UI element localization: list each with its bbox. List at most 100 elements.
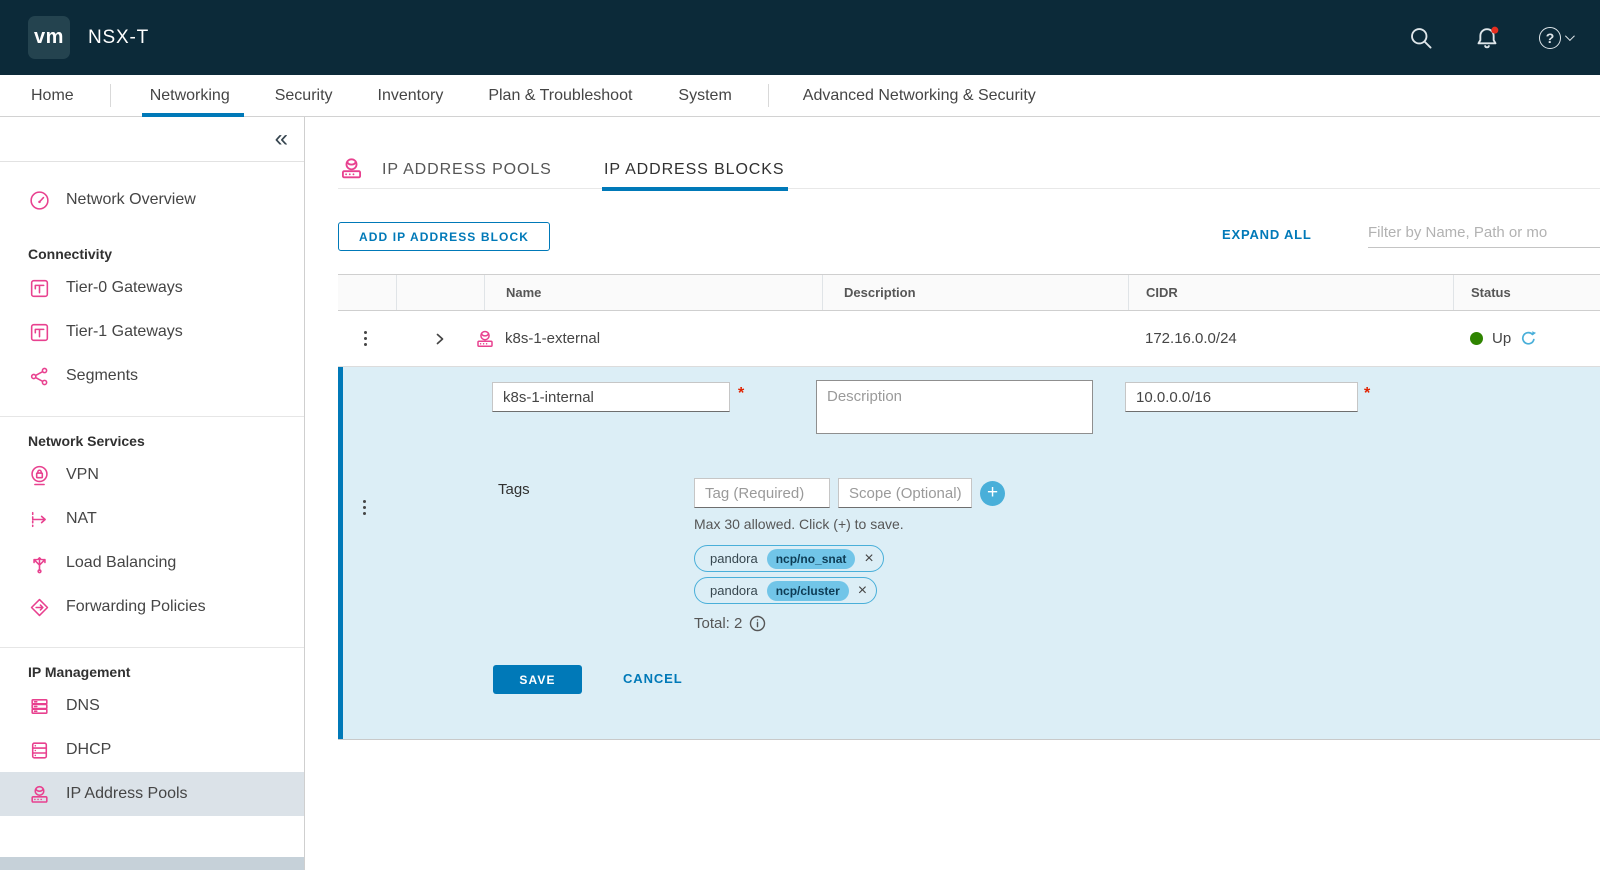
- column-cidr: CIDR: [1128, 275, 1453, 310]
- tab-networking[interactable]: Networking: [144, 75, 236, 116]
- notification-badge: [1491, 26, 1498, 33]
- dns-icon: [28, 695, 51, 718]
- sidebar-section-connectivity: Connectivity: [0, 243, 304, 265]
- product-title: NSX-T: [88, 0, 149, 75]
- chevron-down-icon: [1565, 31, 1575, 41]
- sidebar-item-nat[interactable]: NAT: [0, 497, 304, 541]
- add-tag-plus-icon[interactable]: +: [980, 481, 1005, 506]
- load-balancing-icon: [28, 552, 51, 575]
- notifications-bell-icon[interactable]: [1473, 24, 1501, 52]
- sidebar-item-forwarding-policies[interactable]: Forwarding Policies: [0, 585, 304, 629]
- add-ip-address-block-button[interactable]: ADD IP ADDRESS BLOCK: [338, 222, 550, 251]
- tag-chip-name: pandora: [710, 551, 758, 566]
- gauge-icon: [28, 189, 51, 212]
- column-status: Status: [1453, 275, 1600, 310]
- table-row: k8s-1-external 172.16.0.0/24 Up: [338, 311, 1600, 367]
- tags-help-text: Max 30 allowed. Click (+) to save.: [694, 516, 904, 532]
- tab-inventory[interactable]: Inventory: [372, 75, 450, 116]
- primary-nav: Home Networking Security Inventory Plan …: [0, 75, 1600, 117]
- cidr-field[interactable]: [1125, 382, 1358, 412]
- sidebar-section-ip-management: IP Management: [0, 661, 304, 683]
- sidebar-item-tier0-gateways[interactable]: Tier-0 Gateways: [0, 266, 304, 310]
- required-asterisk: *: [738, 385, 744, 403]
- name-field[interactable]: [492, 382, 730, 412]
- ip-pools-icon: [338, 155, 365, 182]
- expand-row-icon[interactable]: [433, 332, 447, 346]
- ip-pools-icon: [28, 783, 51, 806]
- vpn-icon: [28, 464, 51, 487]
- tab-plan-troubleshoot[interactable]: Plan & Troubleshoot: [482, 75, 638, 116]
- vmware-logo: vm: [28, 16, 70, 59]
- help-icon: ?: [1539, 27, 1561, 49]
- refresh-status-icon[interactable]: [1520, 330, 1537, 347]
- required-asterisk: *: [1364, 385, 1370, 403]
- tab-security[interactable]: Security: [269, 75, 339, 116]
- tag-chip-scope: ncp/cluster: [767, 581, 849, 601]
- filter-input[interactable]: [1368, 218, 1600, 248]
- status-label: Up: [1492, 330, 1511, 347]
- collapse-sidebar-icon[interactable]: «: [275, 125, 288, 153]
- sidebar-item-network-overview[interactable]: Network Overview: [0, 178, 304, 222]
- edit-panel-accent: [338, 367, 343, 739]
- sidebar-item-load-balancing[interactable]: Load Balancing: [0, 541, 304, 585]
- status-up-dot: [1470, 332, 1483, 345]
- topbar-actions: ?: [1407, 0, 1572, 75]
- table-header: Name Description CIDR Status: [338, 274, 1600, 311]
- tag-chip-name: pandora: [710, 583, 758, 598]
- help-menu[interactable]: ?: [1539, 27, 1572, 49]
- sidebar-item-tier1-gateways[interactable]: Tier-1 Gateways: [0, 310, 304, 354]
- column-expander: [396, 275, 484, 310]
- info-icon[interactable]: [749, 615, 766, 632]
- sidebar-divider: [0, 416, 304, 417]
- nsx-t-app: vm NSX-T ? Home Networking Security Inve…: [0, 0, 1600, 870]
- tab-ip-address-blocks[interactable]: IP ADDRESS BLOCKS: [604, 150, 784, 189]
- sidebar-item-dhcp[interactable]: DHCP: [0, 728, 304, 772]
- tags-label: Tags: [498, 481, 530, 498]
- dhcp-icon: [28, 739, 51, 762]
- sidebar-item-vpn[interactable]: VPN: [0, 453, 304, 497]
- sidebar-collapse-row: «: [0, 117, 304, 162]
- tag-chip: pandora ncp/no_snat ×: [694, 545, 884, 572]
- remove-tag-icon[interactable]: ×: [858, 583, 867, 599]
- tag-input[interactable]: [694, 478, 830, 508]
- save-button[interactable]: SAVE: [493, 665, 582, 694]
- sidebar-item-ip-address-pools[interactable]: IP Address Pools: [0, 772, 304, 816]
- search-icon[interactable]: [1407, 24, 1435, 52]
- scope-input[interactable]: [838, 478, 972, 508]
- column-description: Description: [822, 275, 1128, 310]
- tag-chip-scope: ncp/no_snat: [767, 549, 856, 569]
- row-menu-icon[interactable]: [359, 496, 370, 519]
- sidebar-divider: [0, 647, 304, 648]
- tab-ip-address-pools[interactable]: IP ADDRESS POOLS: [382, 150, 552, 189]
- tier1-gateway-icon: [28, 321, 51, 344]
- row-name[interactable]: k8s-1-external: [484, 311, 822, 366]
- nav-divider: [110, 84, 111, 107]
- sidebar-item-segments[interactable]: Segments: [0, 354, 304, 398]
- sidebar-scrollbar[interactable]: [0, 857, 304, 870]
- tab-system[interactable]: System: [672, 75, 737, 116]
- column-name: Name: [484, 275, 822, 310]
- remove-tag-icon[interactable]: ×: [864, 551, 873, 567]
- sidebar-section-network-services: Network Services: [0, 430, 304, 452]
- row-description: [822, 311, 1128, 366]
- column-menu: [338, 275, 396, 310]
- sidebar: « Network Overview Connectivity Tier-0 G…: [0, 117, 305, 870]
- tags-total: Total: 2: [694, 615, 742, 632]
- forwarding-policies-icon: [28, 596, 51, 619]
- tag-chip: pandora ncp/cluster ×: [694, 577, 877, 604]
- segments-icon: [28, 365, 51, 388]
- sidebar-item-dns[interactable]: DNS: [0, 684, 304, 728]
- tab-home[interactable]: Home: [25, 75, 80, 116]
- pool-tabs: IP ADDRESS POOLS IP ADDRESS BLOCKS: [338, 150, 1600, 189]
- edit-ip-block-panel: * * Tags + Max 30 allowed. Click (+) to …: [338, 367, 1600, 740]
- expand-all-link[interactable]: EXPAND ALL: [1222, 227, 1312, 242]
- vmware-logo-text: vm: [34, 26, 64, 49]
- sidebar-nav: Network Overview Connectivity Tier-0 Gat…: [0, 162, 304, 816]
- tab-advanced-networking-security[interactable]: Advanced Networking & Security: [797, 75, 1042, 116]
- nav-divider: [768, 84, 769, 107]
- row-cidr: 172.16.0.0/24: [1128, 311, 1453, 366]
- description-field[interactable]: [816, 380, 1093, 434]
- main-content: IP ADDRESS POOLS IP ADDRESS BLOCKS ADD I…: [306, 117, 1600, 870]
- cancel-button[interactable]: CANCEL: [623, 671, 683, 686]
- row-menu-icon[interactable]: [360, 327, 371, 350]
